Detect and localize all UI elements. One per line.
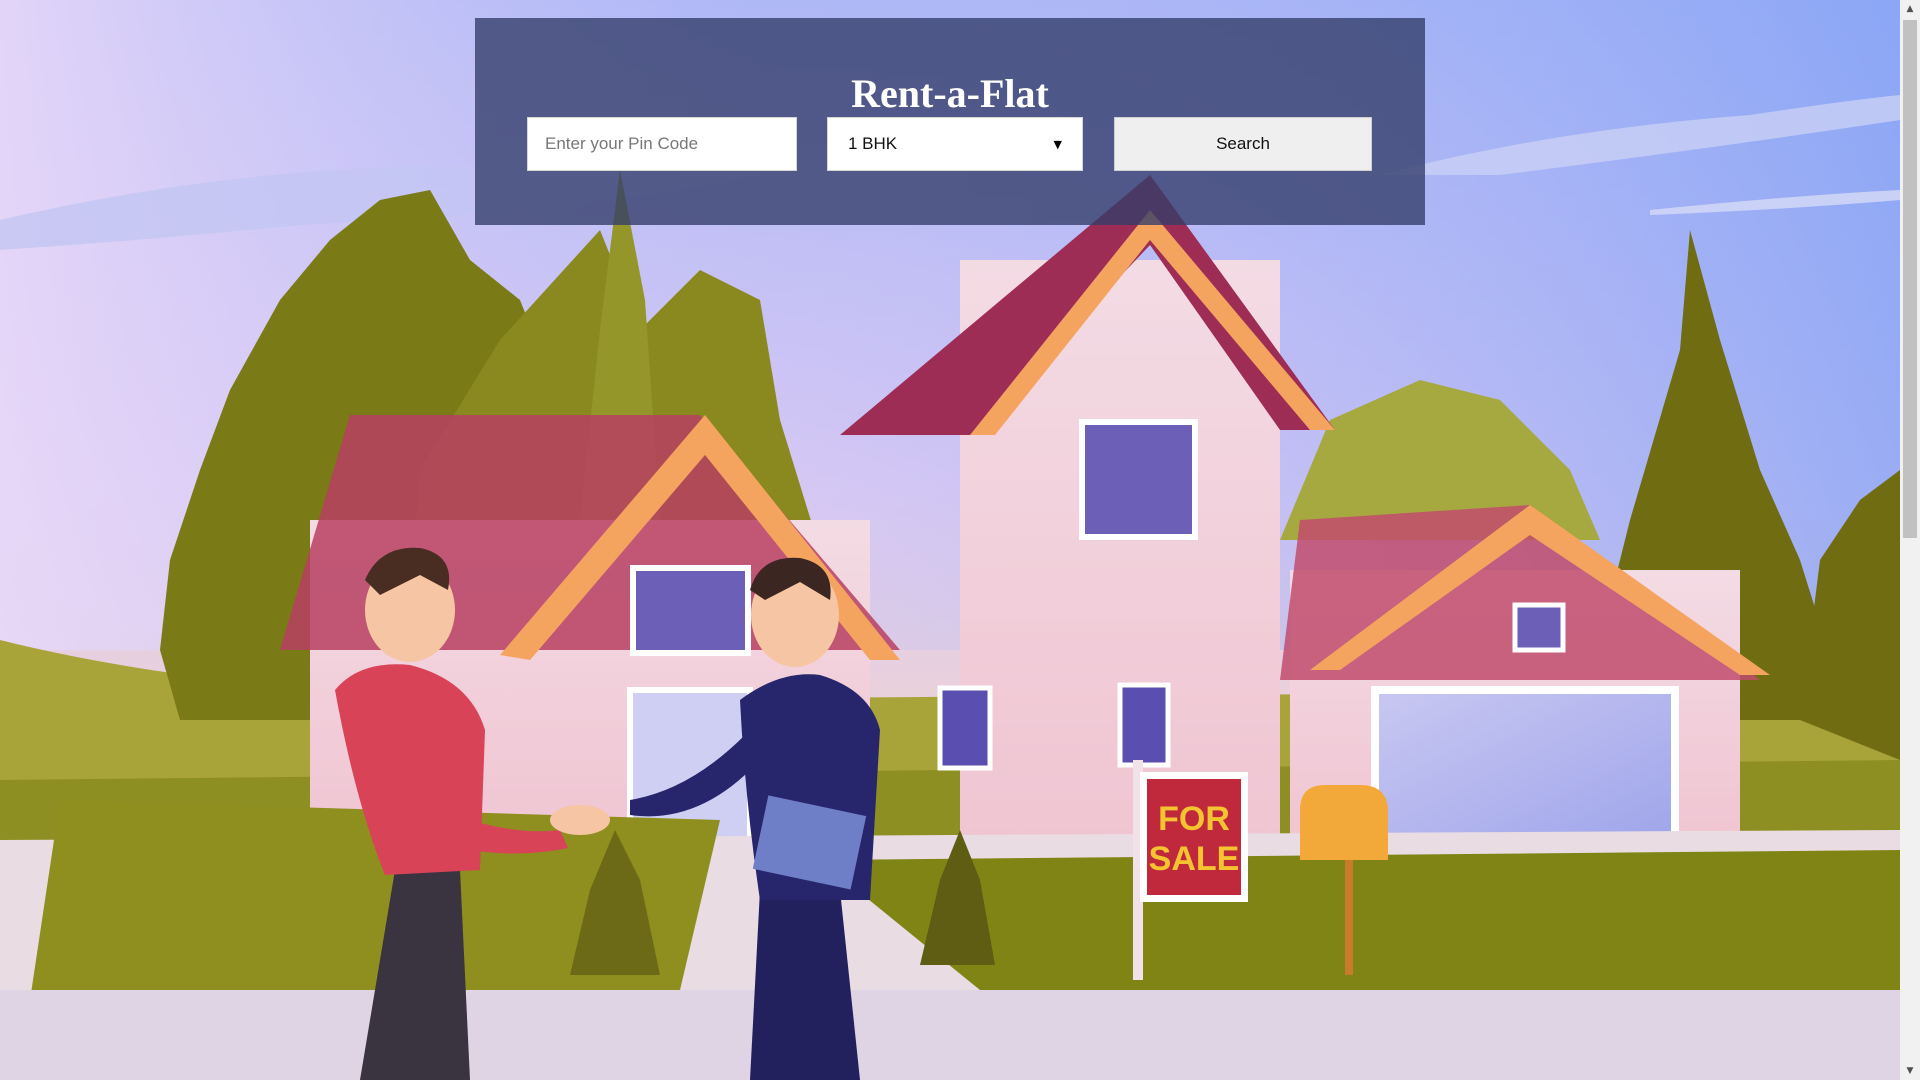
mailbox: [1300, 785, 1388, 860]
bhk-selected-value: 1 BHK: [848, 134, 898, 153]
window: [1512, 602, 1566, 653]
window: [1117, 682, 1171, 768]
search-button[interactable]: Search: [1114, 117, 1372, 171]
scrollbar-thumb[interactable]: [1903, 20, 1917, 538]
bhk-select[interactable]: 1 BHK ▼: [827, 117, 1083, 171]
scroll-up-arrow-icon[interactable]: ▲: [1900, 0, 1920, 18]
for-sale-sign: FOR SALE: [1140, 772, 1248, 902]
vertical-scrollbar[interactable]: ▲ ▼: [1900, 0, 1920, 1080]
garage-door: [1371, 686, 1679, 844]
svg-text:FOR: FOR: [1158, 800, 1230, 838]
chevron-down-icon: ▼: [1053, 137, 1062, 151]
search-panel: Rent-a-Flat 1 BHK ▼ Search: [475, 18, 1425, 225]
svg-text:SALE: SALE: [1149, 840, 1240, 878]
scroll-down-arrow-icon[interactable]: ▼: [1900, 1062, 1920, 1080]
window: [630, 565, 751, 656]
site-title: Rent-a-Flat: [851, 71, 1049, 116]
window: [937, 685, 993, 771]
window: [1079, 419, 1198, 540]
pin-code-input[interactable]: [527, 117, 797, 171]
